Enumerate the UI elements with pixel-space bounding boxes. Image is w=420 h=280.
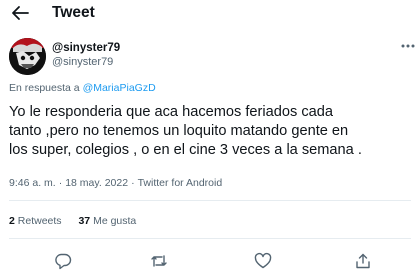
- divider: [9, 200, 411, 201]
- tweet-text-line: los super, colegios , o en el cine 3 vec…: [9, 142, 362, 158]
- page-title: Tweet: [52, 4, 95, 21]
- tweet-handle-primary[interactable]: @sinyster79: [52, 41, 120, 55]
- more-horizontal-icon: [401, 44, 415, 48]
- retweets-count: 2: [9, 215, 15, 227]
- reply-button[interactable]: [54, 252, 72, 270]
- tweet-text: Yo le responderia que aca hacemos feriad…: [9, 103, 417, 160]
- retweets-label: Retweets: [17, 215, 62, 227]
- likes-label: Me gusta: [93, 215, 137, 227]
- retweet-button[interactable]: [150, 252, 168, 270]
- top-bar: Tweet: [0, 0, 420, 26]
- reply-icon: [55, 253, 72, 270]
- tweet-date[interactable]: 18 may. 2022: [65, 177, 128, 189]
- tweet-actions: [0, 250, 420, 272]
- share-button[interactable]: [354, 252, 372, 270]
- likes-count: 37: [78, 215, 91, 227]
- retweets-stat[interactable]: 2 Retweets: [9, 215, 62, 227]
- back-button[interactable]: [9, 3, 31, 23]
- more-options-button[interactable]: [400, 40, 416, 52]
- tweet-stats: 2 Retweets 37 Me gusta: [9, 214, 150, 228]
- tweet-metadata: 9:46 a. m. · 18 may. 2022 · Twitter for Andr…: [9, 177, 223, 189]
- reply-context: En respuesta a @MariaPiaGzD: [9, 81, 156, 95]
- tweet-text-line: tanto ,pero no tenemos un loquito matand…: [9, 123, 349, 139]
- avatar[interactable]: [9, 38, 46, 75]
- likes-stat[interactable]: 37 Me gusta: [78, 215, 136, 227]
- tweet-source[interactable]: Twitter for Android: [138, 177, 223, 189]
- like-button[interactable]: [254, 252, 272, 270]
- tweet-handle-secondary[interactable]: @sinyster79: [52, 55, 113, 69]
- tweet-time[interactable]: 9:46 a. m.: [9, 177, 56, 189]
- retweet-icon: [151, 255, 167, 267]
- reply-mention-link[interactable]: @MariaPiaGzD: [83, 82, 156, 94]
- share-icon: [356, 253, 370, 269]
- divider: [9, 238, 411, 239]
- arrow-left-icon: [12, 6, 29, 20]
- tweet-text-line: Yo le responderia que aca hacemos feriad…: [9, 104, 333, 120]
- reply-prefix: En respuesta a: [9, 82, 80, 94]
- like-icon: [254, 252, 272, 269]
